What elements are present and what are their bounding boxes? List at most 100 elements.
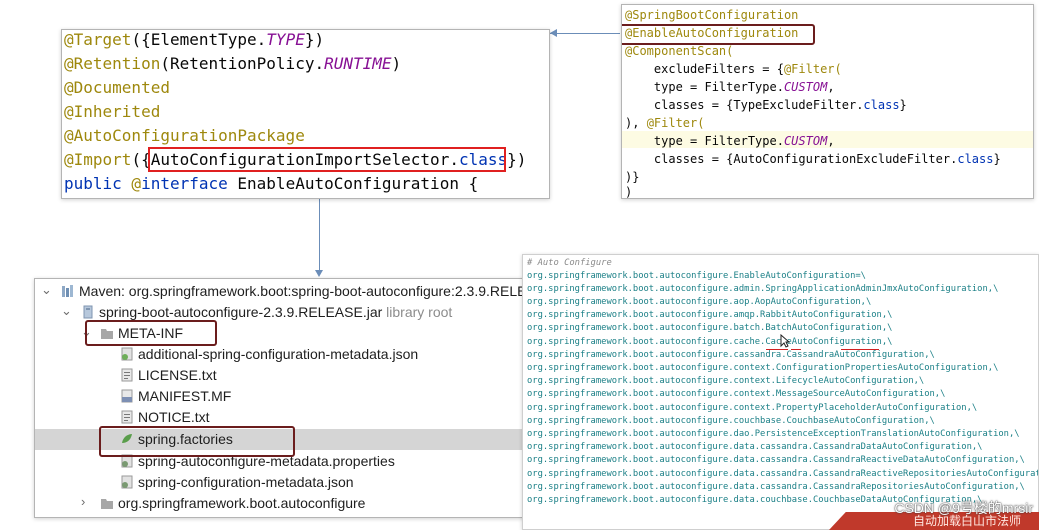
keyword-token: interface: [141, 174, 228, 193]
code-line: type = FilterType.CUSTOM,: [625, 134, 835, 148]
code-line-documented: @Documented: [64, 78, 170, 97]
tree-label: Maven: org.springframework.boot:spring-b…: [79, 283, 555, 299]
factories-line: org.springframework.boot.autoconfigure.c…: [527, 403, 978, 413]
factories-line: org.springframework.boot.autoconfigure.c…: [527, 416, 935, 426]
code-token: }: [899, 98, 907, 112]
factories-line: org.springframework.boot.autoconfigure.c…: [527, 350, 935, 360]
code-token: )}: [625, 170, 640, 184]
text-file-icon: [121, 368, 133, 382]
annotation-token: @: [121, 174, 142, 193]
package-folder-icon: [101, 499, 113, 509]
code-token: ),: [625, 116, 647, 130]
factories-line: org.springframework.boot.autoconfigure.a…: [527, 297, 872, 307]
code-line-inherited: @Inherited: [64, 102, 160, 121]
code-token: }: [993, 152, 1001, 166]
code-token: excludeFilters = {: [625, 62, 784, 76]
json-file-icon: [121, 475, 133, 489]
library-root-hint: library root: [386, 304, 453, 320]
annotation-token: @Import: [64, 150, 132, 169]
annotation-token: @SpringBootConfiguration: [625, 8, 799, 22]
import-highlight-box: [148, 147, 506, 172]
code-token: ,: [827, 134, 835, 148]
code-line: ): [625, 185, 633, 199]
code-line: classes = {TypeExcludeFilter.class}: [625, 98, 907, 112]
tree-label: LICENSE.txt: [138, 367, 217, 383]
code-line-autoconfiguration-package: @AutoConfigurationPackage: [64, 126, 305, 145]
tree-label: MANIFEST.MF: [138, 388, 232, 404]
code-line-retention: @Retention(RetentionPolicy.RUNTIME): [64, 54, 401, 73]
factories-comment: # Auto Configure: [527, 258, 612, 268]
tree-label: additional-spring-configuration-metadata…: [138, 346, 419, 362]
text-file-icon: [121, 410, 133, 424]
annotation-token: @Documented: [64, 78, 170, 97]
csdn-watermark: CSDN @9号楼的mrsir: [894, 500, 1033, 516]
code-line: @ComponentScan(: [625, 44, 733, 58]
code-token: ): [625, 185, 633, 199]
annotation-token: @Inherited: [64, 102, 161, 121]
code-token: ): [391, 54, 402, 73]
meta-inf-highlight-box: [85, 320, 217, 346]
chevron-right-icon[interactable]: ›: [81, 494, 85, 509]
code-token: classes = {AutoConfigurationExcludeFilte…: [625, 152, 958, 166]
connector-arrowhead-down: [315, 270, 323, 277]
factories-line: org.springframework.boot.autoconfigure.d…: [527, 429, 1020, 439]
json-file-icon: [121, 347, 133, 361]
mouse-cursor-icon: [780, 334, 790, 348]
code-line-interface-declaration: public @interface EnableAutoConfiguratio…: [64, 174, 478, 193]
annotation-token: @Filter(: [783, 62, 842, 76]
factories-line: org.springframework.boot.autoconfigure.b…: [527, 323, 893, 333]
library-icon: [62, 285, 73, 297]
code-token: ({ElementType.: [131, 30, 267, 49]
code-token: type = FilterType.: [625, 134, 784, 148]
code-line: classes = {AutoConfigurationExcludeFilte…: [625, 152, 1001, 166]
factories-line: org.springframework.boot.autoconfigure.c…: [527, 337, 893, 347]
keyword-token: class: [863, 98, 900, 112]
code-token: classes = {TypeExcludeFilter.: [625, 98, 864, 112]
code-line: @SpringBootConfiguration: [625, 8, 798, 22]
code-line-target: @Target({ElementType.TYPE}): [64, 30, 324, 49]
connector-line-horizontal: [550, 33, 620, 34]
enable-auto-configuration-code-panel: @Target({ElementType.TYPE}) @Retention(R…: [61, 29, 550, 199]
cache-underline-mark: [841, 349, 879, 350]
constant-token: TYPE: [266, 30, 305, 49]
chevron-down-icon[interactable]: ⌄: [41, 282, 52, 298]
chevron-down-icon[interactable]: ⌄: [61, 303, 72, 319]
code-token: }): [304, 30, 325, 49]
code-token: type = FilterType.: [625, 80, 784, 94]
code-line: type = FilterType.CUSTOM,: [625, 80, 835, 94]
annotation-token: @Target: [64, 30, 132, 49]
cache-underline-mark: [791, 349, 801, 350]
spring-boot-application-code-panel: @SpringBootConfiguration @EnableAutoConf…: [621, 4, 1034, 199]
keyword-token: public: [64, 174, 122, 193]
spring-factories-content-panel: # Auto Configure org.springframework.boo…: [522, 254, 1039, 530]
factories-line: org.springframework.boot.autoconfigure.d…: [527, 469, 1039, 479]
annotation-token: @ComponentScan(: [625, 44, 734, 58]
factories-line: org.springframework.boot.autoconfigure.c…: [527, 363, 999, 373]
factories-line: org.springframework.boot.autoconfigure.d…: [527, 482, 1025, 492]
enable-auto-configuration-highlight-box: [622, 24, 815, 45]
tree-label: org.springframework.boot.autoconfigure: [118, 495, 366, 511]
annotation-token: @Retention: [64, 54, 161, 73]
factories-line: org.springframework.boot.autoconfigure.a…: [527, 310, 893, 320]
cache-underline-mark: [766, 349, 788, 350]
constant-token: CUSTOM: [783, 80, 828, 94]
manifest-file-icon: [121, 389, 133, 403]
constant-token: CUSTOM: [783, 134, 828, 148]
spring-factories-highlight-box: [99, 426, 295, 457]
connector-line-vertical: [319, 199, 320, 271]
tree-label: spring-boot-autoconfigure-2.3.9.RELEASE.…: [99, 304, 452, 320]
factories-line: org.springframework.boot.autoconfigure.a…: [527, 284, 999, 294]
keyword-token: class: [957, 152, 994, 166]
tree-label: NOTICE.txt: [138, 409, 210, 425]
code-line: excludeFilters = {@Filter(: [625, 62, 842, 76]
connector-arrowhead-left: [550, 29, 557, 37]
tree-label: spring-configuration-metadata.json: [138, 474, 354, 490]
code-token: }): [507, 150, 527, 169]
code-token: ,: [827, 80, 835, 94]
factories-line: org.springframework.boot.autoconfigure.c…: [527, 376, 925, 386]
factories-line: org.springframework.boot.autoconfigure.d…: [527, 455, 1025, 465]
factories-line: org.springframework.boot.autoconfigure.c…: [527, 389, 946, 399]
annotation-token: @AutoConfigurationPackage: [64, 126, 305, 145]
code-token: (RetentionPolicy.: [160, 54, 325, 73]
code-token: EnableAutoConfiguration {: [227, 174, 479, 193]
